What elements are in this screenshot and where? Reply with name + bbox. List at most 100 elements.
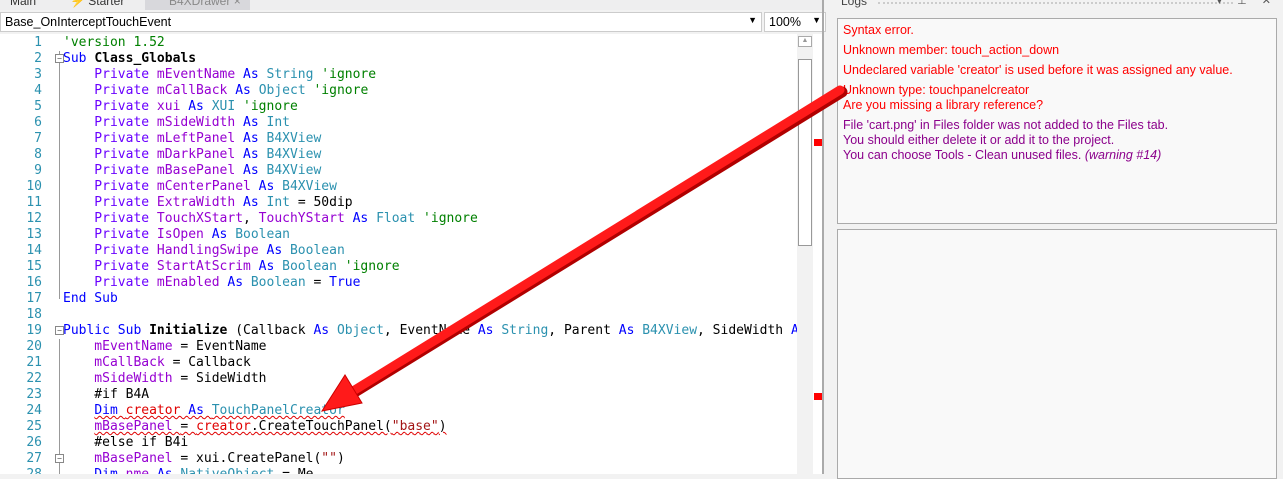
code-token: , EventName <box>383 323 478 338</box>
error-marker[interactable] <box>814 393 822 400</box>
log-message[interactable]: File 'cart.png' in Files folder was not … <box>843 118 1271 163</box>
tab-b4xdrawer[interactable]: B4XDrawer × <box>145 0 250 10</box>
sub-selector[interactable]: Base_OnInterceptTouchEvent ▼ <box>0 12 762 32</box>
logs-messages: Syntax error. Unknown member: touch_actio… <box>837 18 1277 224</box>
line-number: 11 <box>26 195 42 210</box>
log-message[interactable]: Undeclared variable 'creator' is used be… <box>843 63 1271 78</box>
code-token: Float <box>376 211 424 226</box>
error-marker[interactable] <box>814 139 822 146</box>
code-token: IsOpen <box>156 227 212 242</box>
line-number: 16 <box>26 275 42 290</box>
code-token: Initialize <box>149 323 236 338</box>
code-token: 'ignore <box>243 99 298 114</box>
code-token: Dim <box>63 467 126 474</box>
code-token: Private <box>63 275 157 290</box>
code-token: B4XView <box>266 163 322 178</box>
code-token: mEventName <box>156 67 244 82</box>
line-number: 10 <box>26 179 42 194</box>
drag-handle[interactable] <box>878 2 1233 4</box>
code-token: Private <box>63 243 157 258</box>
code-token: Private <box>63 131 157 146</box>
code-token: mEnabled <box>156 275 228 290</box>
code-token: Private <box>63 147 157 162</box>
code-token: creator <box>125 403 189 418</box>
panel-splitter[interactable] <box>822 0 824 474</box>
line-number: 24 <box>26 403 42 418</box>
code-token: mCallBack <box>63 355 173 370</box>
code-token: 'ignore <box>313 83 369 98</box>
code-token: mSideWidth <box>156 115 244 130</box>
tab-label: Main <box>10 0 37 8</box>
scroll-up-icon[interactable]: ▲ <box>798 36 812 47</box>
log-line: You can choose Tools - Clean unused file… <box>843 148 1162 162</box>
code-token: mCenterPanel <box>156 179 259 194</box>
code-text: 'version 1.52 <box>63 35 165 51</box>
code-text: Sub Class_Globals <box>63 51 196 67</box>
tab-starter[interactable]: ⚡ Starter <box>64 0 130 10</box>
code-token: Private <box>63 179 157 194</box>
code-token: ) <box>336 451 345 466</box>
line-number: 23 <box>26 387 42 402</box>
code-token: As <box>243 163 267 178</box>
code-editor[interactable]: 1'version 1.52 2− Sub Class_Globals 3 Priva… <box>0 34 797 474</box>
code-token: nme <box>126 467 157 474</box>
code-token: = Me <box>282 467 313 474</box>
code-token: = SideWidth <box>180 371 267 386</box>
code-text: mCallBack = Callback <box>63 355 251 371</box>
code-text: #else if B4i <box>63 435 188 451</box>
code-token: (Callback <box>235 323 314 338</box>
editor-scrollbar[interactable]: ▲ <box>797 34 813 474</box>
code-token: #else if B4i <box>63 435 189 450</box>
warning-code: (warning #14) <box>1081 148 1162 162</box>
pin-close-icons[interactable]: ▾ ⊥ ✕ <box>1217 0 1277 7</box>
code-token: Int <box>266 195 298 210</box>
code-token: String <box>266 67 322 82</box>
code-token: Object <box>258 83 314 98</box>
code-token: mBasePanel <box>63 451 181 466</box>
code-token: B4XView <box>642 323 698 338</box>
code-token: Private <box>63 115 157 130</box>
code-text: Dim nme As NativeObject = Me <box>63 467 313 474</box>
code-text: Private mLeftPanel As B4XView <box>63 131 321 147</box>
log-message[interactable]: Syntax error. <box>843 23 1271 38</box>
code-token: Class_Globals <box>94 51 197 66</box>
code-token: Object <box>336 323 384 338</box>
scrollbar-thumb[interactable] <box>798 59 812 246</box>
line-number: 26 <box>26 435 42 450</box>
code-token: mEventName <box>63 339 181 354</box>
fold-guide <box>59 51 60 299</box>
code-text: Public Sub Initialize (Callback As Objec… <box>63 323 797 339</box>
close-icon[interactable]: × <box>234 0 241 8</box>
error-marker-strip <box>813 34 822 474</box>
code-token: = 50dip <box>297 195 353 210</box>
line-number: 18 <box>26 307 42 322</box>
code-token: Private <box>63 67 157 82</box>
code-token: End Sub <box>63 291 118 306</box>
code-token: Boolean <box>282 259 345 274</box>
code-token: Boolean <box>235 227 290 242</box>
code-token: String <box>501 323 549 338</box>
code-token: 'version 1.52 <box>63 35 165 50</box>
code-token: 'ignore <box>321 67 377 82</box>
code-token: As <box>266 243 290 258</box>
code-token: TouchPanelCreator <box>211 403 345 418</box>
code-token: Public Sub <box>63 323 150 338</box>
log-message[interactable]: Unknown type: touchpanelcreator Are you m… <box>843 83 1271 113</box>
code-text: Private mEventName As String 'ignore <box>63 67 376 83</box>
zoom-selector[interactable]: 100% ▼ <box>764 12 826 32</box>
code-token: B4XView <box>282 179 337 194</box>
code-token: ExtraWidth <box>156 195 244 210</box>
code-token: HandlingSwipe <box>156 243 267 258</box>
code-text: Private mEnabled As Boolean = True <box>63 275 360 291</box>
code-token: As <box>188 99 212 114</box>
tab-main[interactable]: Main <box>4 0 42 10</box>
code-token: 'ignore <box>344 259 400 274</box>
code-token: Private <box>63 211 157 226</box>
code-token: Private <box>63 195 157 210</box>
code-token: As <box>235 83 259 98</box>
code-token: Private <box>63 163 157 178</box>
log-message[interactable]: Unknown member: touch_action_down <box>843 43 1271 58</box>
line-number: 6 <box>34 115 42 130</box>
code-text: Private mCenterPanel As B4XView <box>63 179 337 195</box>
code-token: As <box>243 195 267 210</box>
